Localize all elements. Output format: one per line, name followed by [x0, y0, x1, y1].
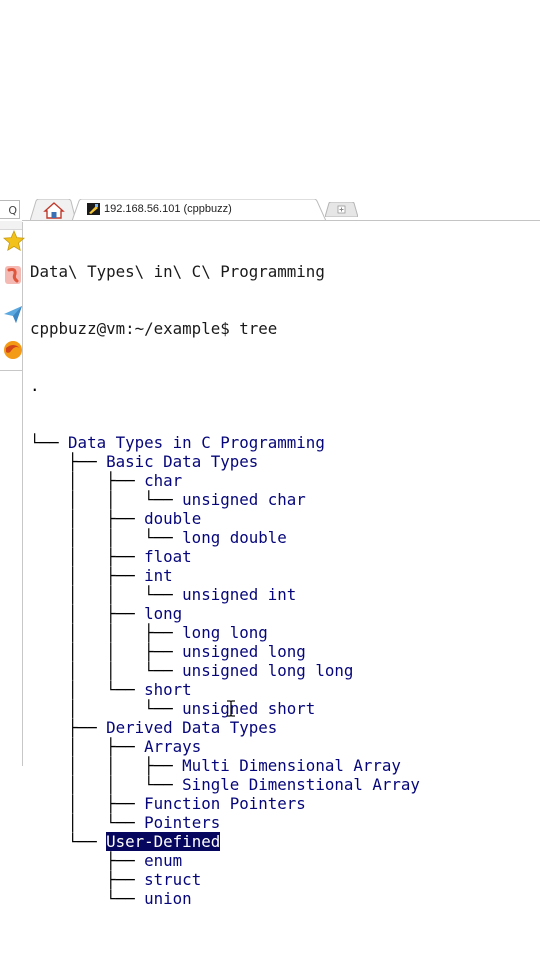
tree-branch: │ ├──	[30, 471, 145, 490]
tree-branch: └──	[30, 889, 145, 908]
tree-branch: ├──	[30, 870, 145, 889]
tree-item: │ │ └── unsigned int	[30, 585, 540, 604]
sidebar-search-box[interactable]: Q	[0, 200, 20, 219]
tree-item: │ ├── Function Pointers	[30, 794, 540, 813]
tree-branch: └──	[30, 433, 69, 452]
tree-branch: │ │ └──	[30, 490, 183, 509]
terminal-output[interactable]: Data\ Types\ in\ C\ Programming cppbuzz@…	[30, 224, 540, 927]
tree-item: │ │ └── unsigned char	[30, 490, 540, 509]
tree-label: Data Types in C Programming	[68, 433, 325, 452]
orb-icon[interactable]	[2, 339, 24, 361]
tree-label: Function Pointers	[144, 794, 306, 813]
tree-branch: │ └──	[30, 699, 183, 718]
tree-item: │ │ └── Single Dimenstional Array	[30, 775, 540, 794]
tree-branch: │ │ └──	[30, 585, 183, 604]
terminal-cwd-line: Data\ Types\ in\ C\ Programming	[30, 262, 325, 281]
tree-item: │ ├── char	[30, 471, 540, 490]
tree-item: │ │ └── unsigned long long	[30, 661, 540, 680]
tree-branch: │ │ ├──	[30, 642, 183, 661]
tab-title: 192.168.56.101 (cppbuzz)	[104, 203, 232, 215]
sidebar-divider	[0, 370, 22, 371]
tree-branch: │ │ └──	[30, 528, 183, 547]
tree-item: │ ├── long	[30, 604, 540, 623]
tab-home[interactable]	[30, 199, 76, 221]
tree-item: │ └── short	[30, 680, 540, 699]
tree-item: └── union	[30, 889, 540, 908]
tree-item: └── User-Defined	[30, 832, 540, 851]
putty-icon	[87, 203, 100, 215]
tree-label-selected: User-Defined	[106, 832, 221, 851]
tree-label: long	[144, 604, 183, 623]
tree-branch: │ │ └──	[30, 775, 183, 794]
tree-label: short	[144, 680, 192, 699]
tree-item: │ └── unsigned short	[30, 699, 540, 718]
tree-label: Multi Dimensional Array	[182, 756, 401, 775]
tree-label: Arrays	[144, 737, 202, 756]
tree-label: union	[144, 889, 192, 908]
tree-item: │ │ └── long double	[30, 528, 540, 547]
tree-label: struct	[144, 870, 202, 889]
text-cursor-icon	[227, 700, 235, 717]
tree-item: ├── enum	[30, 851, 540, 870]
tree-item: ├── Derived Data Types	[30, 718, 540, 737]
app-icon[interactable]	[2, 264, 24, 286]
tree-branch: └──	[30, 832, 107, 851]
tree-branch: ├──	[30, 452, 107, 471]
star-icon[interactable]	[3, 230, 25, 252]
tree-branch: │ └──	[30, 813, 145, 832]
plus-icon	[337, 205, 346, 214]
tree-item: │ ├── double	[30, 509, 540, 528]
tree-label: enum	[144, 851, 183, 870]
tree-item: │ └── Pointers	[30, 813, 540, 832]
tree-label: Single Dimenstional Array	[182, 775, 420, 794]
tree-item: │ ├── Arrays	[30, 737, 540, 756]
tree-list: └── Data Types in C Programming ├── Basi…	[30, 433, 540, 908]
tree-label: Derived Data Types	[106, 718, 278, 737]
tree-label: unsigned char	[182, 490, 306, 509]
tree-branch: ├──	[30, 718, 107, 737]
tree-item: ├── Basic Data Types	[30, 452, 540, 471]
tree-label: int	[144, 566, 173, 585]
tree-branch: │ ├──	[30, 509, 145, 528]
tree-branch: │ ├──	[30, 794, 145, 813]
send-icon[interactable]	[2, 303, 24, 325]
tab-bar-border	[22, 220, 540, 221]
tree-label: float	[144, 547, 192, 566]
tree-label: unsigned int	[182, 585, 297, 604]
tree-item: ├── struct	[30, 870, 540, 889]
tree-branch: ├──	[30, 851, 145, 870]
tree-item: │ ├── float	[30, 547, 540, 566]
tree-label: long double	[182, 528, 287, 547]
tree-branch: │ └──	[30, 680, 145, 699]
tree-branch: │ ├──	[30, 737, 145, 756]
tree-item: │ │ ├── long long	[30, 623, 540, 642]
tree-branch: │ │ ├──	[30, 756, 183, 775]
tree-root: .	[30, 376, 40, 395]
tree-branch: │ ├──	[30, 566, 145, 585]
tree-label: char	[144, 471, 183, 490]
tree-item: └── Data Types in C Programming	[30, 433, 540, 452]
tree-label: unsigned short	[182, 699, 316, 718]
sidebar-toolbar	[0, 221, 22, 230]
tree-branch: │ ├──	[30, 604, 145, 623]
tree-branch: │ │ └──	[30, 661, 183, 680]
tree-item: │ ├── int	[30, 566, 540, 585]
new-tab-button[interactable]	[325, 202, 358, 217]
tree-branch: │ │ ├──	[30, 623, 183, 642]
tree-label: Basic Data Types	[106, 452, 259, 471]
tree-label: Pointers	[144, 813, 221, 832]
tree-item: │ │ ├── Multi Dimensional Array	[30, 756, 540, 775]
tree-item: │ │ ├── unsigned long	[30, 642, 540, 661]
tree-label: double	[144, 509, 202, 528]
tree-label: unsigned long	[182, 642, 306, 661]
terminal-prompt: cppbuzz@vm:~/example$ tree	[30, 319, 278, 338]
tree-label: long long	[182, 623, 268, 642]
tree-branch: │ ├──	[30, 547, 145, 566]
tree-label: unsigned long long	[182, 661, 354, 680]
